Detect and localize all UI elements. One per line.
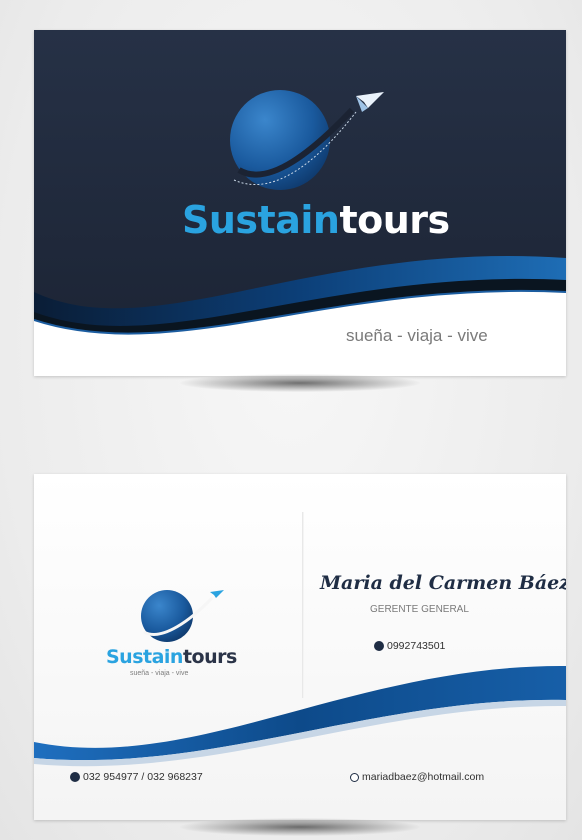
person-name: Maria del Carmen Báez — [320, 572, 566, 594]
card-front-shadow — [180, 374, 420, 392]
back-brand-part-tours: tours — [182, 646, 237, 668]
at-sign-icon — [350, 772, 359, 782]
email-address: mariadbaez@hotmail.com — [362, 771, 485, 783]
business-card-front: Sustaintours sueña - viaja - vive — [34, 30, 566, 376]
person-role: GERENTE GENERAL — [370, 604, 469, 615]
brand-part-sustain: Sustain — [182, 198, 340, 242]
vertical-divider — [302, 512, 304, 698]
small-globe-icon — [141, 590, 224, 642]
telephone-icon — [70, 772, 80, 782]
card-back-shadow — [180, 818, 420, 836]
mobile-number: 0992743501 — [387, 640, 446, 652]
back-brand-part-sustain: Sustain — [106, 646, 183, 668]
phone-row: 032 954977 / 032 968237 — [70, 771, 203, 783]
tagline: sueña - viaja - vive — [346, 326, 488, 345]
phone-numbers: 032 954977 / 032 968237 — [83, 771, 203, 783]
back-brand-logo-text: Sustaintours — [106, 646, 237, 668]
business-card-back: Sustaintours sueña - viaja - vive Maria … — [34, 474, 566, 820]
email-row: mariadbaez@hotmail.com — [350, 771, 484, 783]
mobile-row: 0992743501 — [374, 640, 445, 652]
mobile-phone-icon — [374, 641, 384, 651]
back-tagline: sueña - viaja - vive — [130, 670, 189, 677]
brand-part-tours: tours — [339, 198, 450, 242]
brand-logo-text: Sustaintours — [182, 198, 450, 242]
